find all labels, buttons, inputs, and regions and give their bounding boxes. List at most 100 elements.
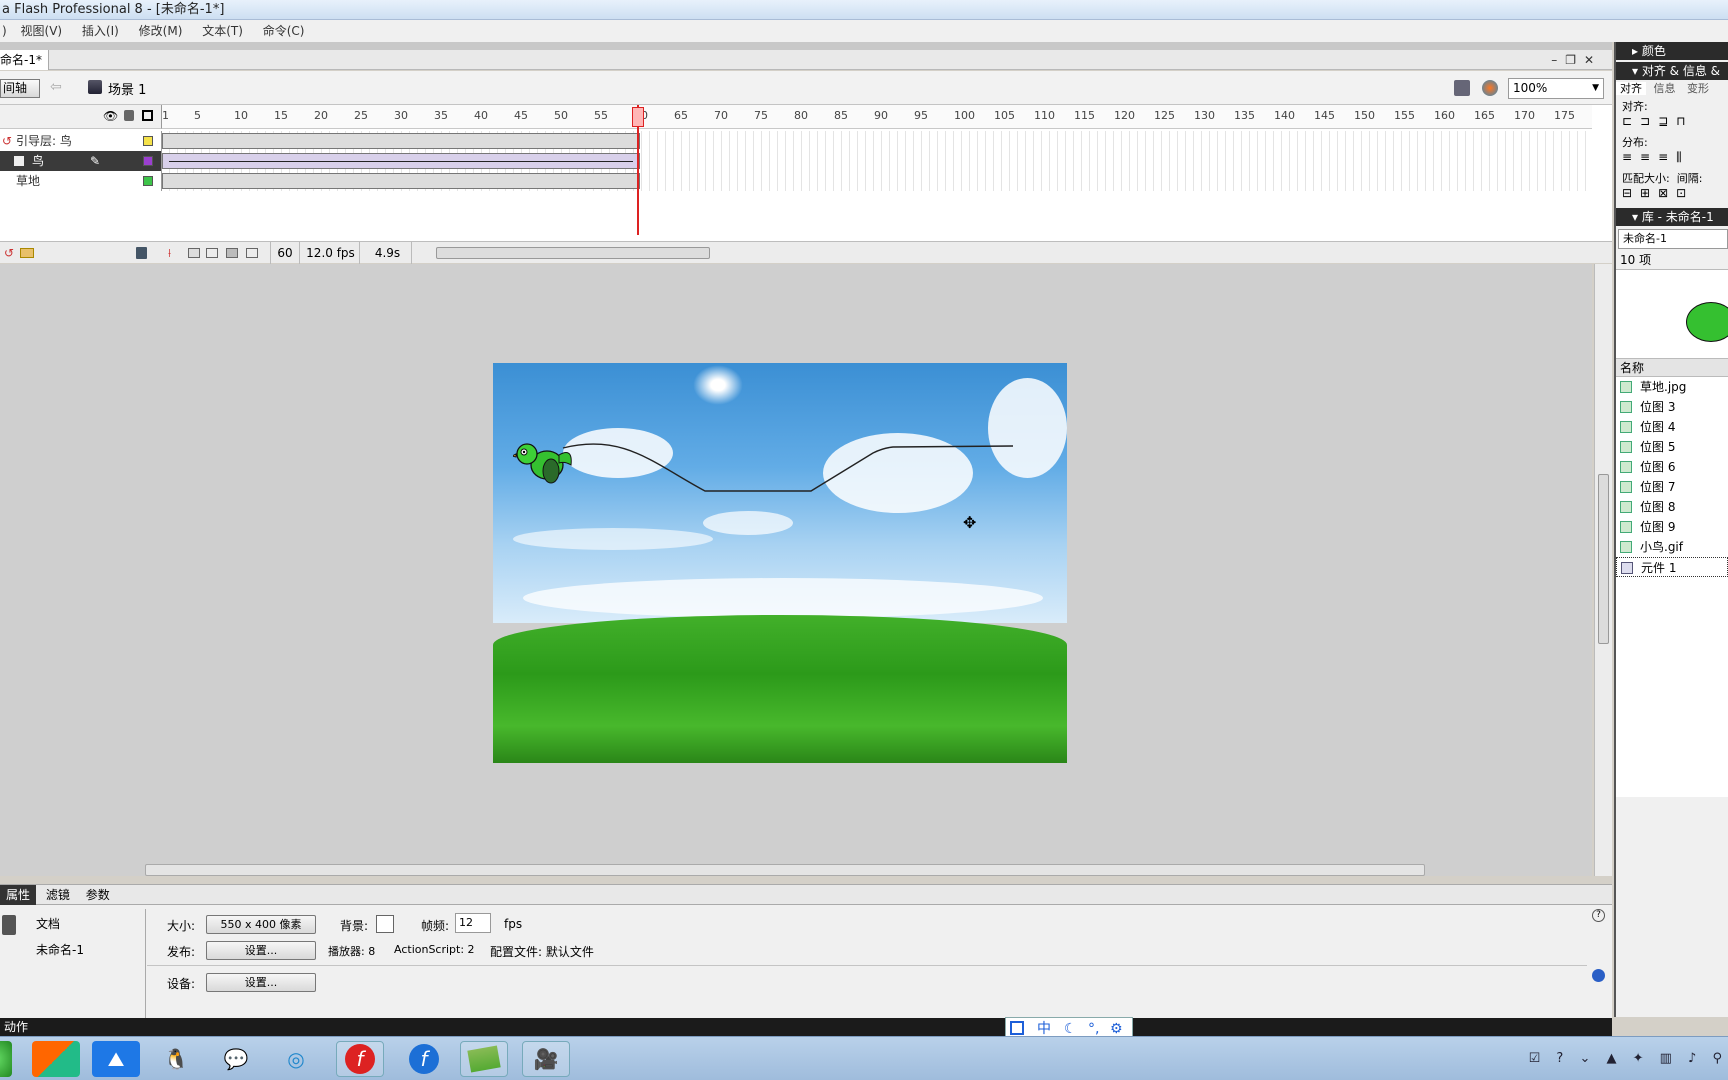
ruler-label: 175 — [1554, 109, 1575, 122]
document-tab[interactable]: 命名-1* — [0, 50, 49, 70]
library-item[interactable]: 位图 4 — [1616, 417, 1728, 437]
library-item-name: 小鸟.gif — [1640, 540, 1683, 554]
stage-horizontal-scrollbar[interactable] — [145, 864, 1425, 876]
layer-color-swatch[interactable] — [143, 156, 153, 166]
help-icon[interactable]: ? — [1592, 909, 1605, 922]
onion-outline-icon[interactable] — [206, 248, 218, 258]
file-explorer-icon[interactable] — [32, 1041, 80, 1077]
size-button[interactable]: 550 x 400 像素 — [206, 915, 316, 934]
zoom-select[interactable]: 100% ▼ — [1508, 78, 1604, 99]
frames-guide[interactable] — [162, 131, 1592, 151]
flash-player-icon[interactable]: f — [400, 1041, 448, 1077]
tab-properties[interactable]: 属性 — [0, 885, 37, 905]
video-recorder-icon[interactable]: 🎥 — [522, 1041, 570, 1077]
edit-multiple-icon[interactable] — [226, 248, 238, 258]
background-color-swatch[interactable] — [376, 915, 394, 933]
qq-icon[interactable]: 🐧 — [152, 1041, 200, 1077]
window-controls[interactable]: –❐✕ — [1551, 50, 1602, 70]
zoom-value: 100% — [1513, 81, 1548, 95]
distribute-buttons[interactable]: ≡≡≡⫼ — [1616, 150, 1728, 170]
device-settings-button[interactable]: 设置... — [206, 973, 316, 992]
library-item[interactable]: 位图 5 — [1616, 437, 1728, 457]
color-panel-header[interactable]: ▸ 颜色 — [1616, 42, 1728, 60]
tab-align[interactable]: 对齐 — [1616, 82, 1646, 95]
center-frame-icon[interactable]: ⟊ — [168, 242, 171, 264]
ruler-label: 130 — [1194, 109, 1215, 122]
image-viewer-icon[interactable] — [460, 1041, 508, 1077]
library-item[interactable]: 位图 3 — [1616, 397, 1728, 417]
tab-filters[interactable]: 滤镜 — [40, 885, 76, 905]
tab-parameters[interactable]: 参数 — [80, 885, 116, 905]
player-version: 播放器: 8 — [328, 945, 376, 958]
library-item[interactable]: 位图 6 — [1616, 457, 1728, 477]
modify-markers-icon[interactable] — [246, 248, 258, 258]
menu-modify[interactable]: 修改(M) — [131, 20, 191, 42]
menu-insert[interactable]: 插入(I) — [74, 20, 127, 42]
timeline-toggle-button[interactable]: 间轴 — [0, 79, 40, 98]
motion-guide-path — [562, 443, 1014, 492]
library-item[interactable]: 位图 9 — [1616, 517, 1728, 537]
stage[interactable]: ✥ — [493, 363, 1067, 763]
ruler-label: 85 — [834, 109, 848, 122]
publish-settings-button[interactable]: 设置... — [206, 941, 316, 960]
frames-grass[interactable] — [162, 171, 1592, 191]
library-doc-select[interactable]: 未命名-1 — [1618, 229, 1728, 249]
system-tray[interactable]: ☑ ? ⌄ ▲ ✦ ▥ ♪ ⚲ — [1529, 1045, 1728, 1073]
tab-transform[interactable]: 变形 — [1683, 82, 1713, 95]
align-buttons[interactable]: ⊏⊐⊒⊓ — [1616, 114, 1728, 134]
lock-icon[interactable] — [124, 110, 134, 121]
actions-panel-header[interactable]: 动作 — [0, 1018, 1612, 1036]
library-item[interactable]: 位图 8 — [1616, 497, 1728, 517]
flash-icon[interactable]: f — [336, 1041, 384, 1077]
triangle-down-icon: ▾ — [1632, 210, 1642, 224]
layer-grass[interactable]: 草地 — [0, 171, 162, 191]
edit-symbol-icon[interactable] — [1482, 80, 1498, 96]
bird-sprite[interactable] — [513, 441, 575, 489]
tab-info[interactable]: 信息 — [1650, 82, 1680, 95]
motion-tween-span[interactable] — [162, 153, 640, 169]
library-item[interactable]: 草地.jpg — [1616, 377, 1728, 397]
frame-span[interactable] — [162, 173, 640, 189]
library-item-name: 位图 7 — [1640, 480, 1676, 494]
menu-text[interactable]: 文本(T) — [194, 20, 251, 42]
fps-unit: fps — [504, 917, 523, 931]
stage-vertical-scrollbar[interactable] — [1594, 264, 1612, 876]
match-size-buttons[interactable]: ⊟⊞⊠⊡ — [1616, 186, 1728, 208]
frames-bird[interactable] — [162, 151, 1592, 171]
scroll-thumb[interactable] — [1598, 474, 1609, 644]
library-item[interactable]: 元件 1 — [1616, 557, 1728, 577]
outline-icon[interactable] — [142, 110, 153, 121]
wechat-icon[interactable]: 💬 — [212, 1041, 260, 1077]
library-panel-header[interactable]: ▾ 库 - 未命名-1 — [1616, 208, 1728, 226]
align-panel-header[interactable]: ▾ 对齐 & 信息 & — [1616, 62, 1728, 80]
menu-commands[interactable]: 命令(C) — [255, 20, 313, 42]
bitmap-icon — [1620, 541, 1632, 553]
ime-settings-icon[interactable] — [1010, 1021, 1024, 1035]
edit-scene-icon[interactable] — [1454, 80, 1470, 96]
playhead-handle[interactable] — [632, 107, 644, 127]
onion-skin-icon[interactable] — [188, 248, 200, 258]
library-item[interactable]: 小鸟.gif — [1616, 537, 1728, 557]
layer-guide[interactable]: ↺ 引导层: 鸟 — [0, 131, 162, 151]
timeline-scrollbar[interactable] — [436, 247, 710, 259]
ruler-label: 105 — [994, 109, 1015, 122]
frame-ruler[interactable]: 1510152025303540455055606570758085909510… — [162, 105, 1592, 129]
layer-color-swatch[interactable] — [143, 176, 153, 186]
browser-icon[interactable]: ◎ — [272, 1041, 320, 1077]
library-name-header: 名称 — [1616, 359, 1728, 377]
start-orb-icon[interactable] — [0, 1041, 12, 1077]
photos-icon[interactable]: ⛰ — [92, 1041, 140, 1077]
add-folder-icon[interactable] — [20, 248, 34, 258]
back-arrow-icon[interactable]: ⇦ — [50, 79, 62, 95]
trash-icon[interactable] — [136, 247, 147, 259]
library-item[interactable]: 位图 7 — [1616, 477, 1728, 497]
layer-bird[interactable]: 鸟 ✎ — [0, 151, 162, 171]
layer-color-swatch[interactable] — [143, 136, 153, 146]
divider — [145, 909, 146, 1019]
eye-icon[interactable]: 👁 — [103, 109, 118, 123]
frame-span[interactable] — [162, 133, 640, 149]
fps-input[interactable]: 12 — [455, 913, 491, 933]
add-layer-icon[interactable]: ↺ — [4, 242, 14, 264]
accessibility-icon[interactable] — [1592, 969, 1605, 982]
menu-view[interactable]: 视图(V) — [13, 20, 71, 42]
